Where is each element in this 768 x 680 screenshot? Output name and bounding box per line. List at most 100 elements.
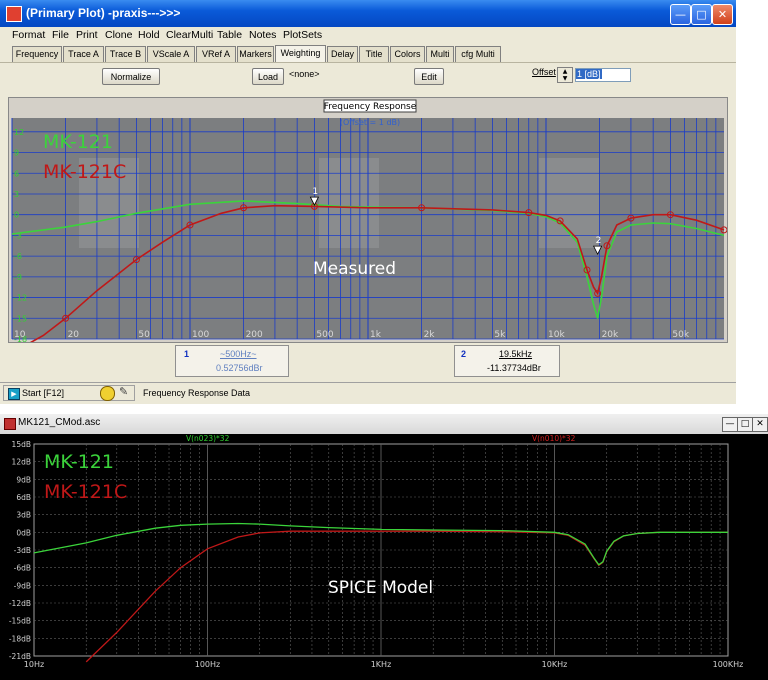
offset-spinner[interactable]: ▲ ▼	[557, 67, 573, 83]
x-tick-label: 2k	[424, 330, 436, 340]
pencil-icon[interactable]: ✎	[119, 385, 128, 398]
x-tick-label: 20k	[602, 330, 619, 340]
start-label: Start [F12]	[22, 388, 65, 398]
menu-format[interactable]: Format	[12, 29, 45, 41]
maximize-icon[interactable]: □	[691, 4, 712, 25]
x-tick-label: 200	[246, 330, 263, 340]
spice-x-tick-label: 100KHz	[713, 660, 744, 669]
edit-button[interactable]: Edit	[414, 68, 444, 85]
tab-weighting[interactable]: Weighting	[275, 45, 326, 63]
cursor-2-frequency[interactable]: 19.5kHz	[499, 349, 532, 359]
spice-y-tick-label: -6dB	[14, 564, 31, 573]
y-tick-label: -9	[14, 273, 22, 282]
spice-app-icon	[4, 418, 16, 430]
tab-colors[interactable]: Colors	[390, 46, 425, 62]
spice-y-tick-label: 12dB	[12, 458, 31, 467]
cursor-1-frequency[interactable]: ~500Hz~	[220, 349, 257, 359]
spice-y-tick-label: -9dB	[14, 581, 31, 590]
cursor-2-value: -11.37734dBr	[487, 363, 541, 373]
spice-legend-entry-1: MK-121	[44, 451, 114, 473]
menu-clearmulti[interactable]: ClearMulti	[166, 29, 213, 41]
weighting-toolbar: Normalize Load <none> Edit Offset ▲ ▼ 1 […	[0, 62, 736, 95]
x-tick-label: 10	[14, 330, 26, 340]
window-title: (Primary Plot) -praxis--->>>	[26, 6, 181, 20]
y-tick-label: 3	[14, 190, 19, 199]
status-text: Frequency Response Data	[143, 388, 251, 398]
spice-y-tick-label: -12dB	[9, 599, 31, 608]
cursor-2-number: 2	[461, 349, 467, 359]
cursor-1-value: 0.52756dBr	[216, 363, 263, 373]
frequency-response-chart[interactable]: 129630-3-6-9-12-15-1810 20 50 100 200 500 1k 2k…	[8, 98, 728, 357]
spice-y-tick-label: 0dB	[16, 528, 31, 537]
tab-markers[interactable]: Markers	[237, 46, 274, 62]
y-tick-label: -12	[14, 294, 27, 303]
tab-trace-b[interactable]: Trace B	[105, 46, 146, 62]
marker-2-label: 2	[596, 236, 602, 246]
tab-vscale-a[interactable]: VScale A	[147, 46, 195, 62]
spice-legend-entry-2: MK-121C	[44, 481, 127, 503]
menu-print[interactable]: Print	[76, 29, 98, 41]
x-tick-label: 100	[192, 330, 209, 340]
spice-window-title: MK121_CMod.asc	[18, 417, 101, 428]
plot-title: Frequency Response	[324, 102, 417, 112]
y-tick-label: 12	[14, 128, 24, 137]
tab-cfg-multi[interactable]: cfg Multi	[455, 46, 501, 62]
spice-x-tick-label: 100Hz	[195, 660, 220, 669]
x-tick-label: 1k	[370, 330, 382, 340]
y-tick-label: -6	[14, 252, 22, 261]
start-icon: ▶	[8, 388, 20, 400]
offset-label: Offset	[532, 67, 556, 77]
spice-x-tick-label: 10KHz	[542, 660, 568, 669]
start-button[interactable]: ▶ Start [F12]	[3, 385, 135, 401]
refresh-icon[interactable]	[100, 386, 115, 401]
offset-field[interactable]: 1 [dB]	[575, 68, 631, 82]
primary-plot-window: (Primary Plot) -praxis--->>> — □ ✕ Forma…	[0, 0, 736, 404]
overlay-text: Measured	[313, 259, 396, 279]
normalize-button[interactable]: Normalize	[102, 68, 160, 85]
cursor-2-readout: 2 19.5kHz -11.37734dBr	[454, 345, 560, 377]
close-icon[interactable]: ✕	[712, 4, 733, 25]
x-tick-label: 50	[138, 330, 150, 340]
marker-1-label: 1	[312, 187, 318, 197]
spice-y-tick-label: -18dB	[9, 634, 31, 643]
tab-vref-a[interactable]: VRef A	[196, 46, 236, 62]
cursor-1-readout: 1 ~500Hz~ 0.52756dBr	[175, 345, 289, 377]
menu-notes[interactable]: Notes	[249, 29, 276, 41]
tab-title[interactable]: Title	[359, 46, 389, 62]
spice-x-tick-label: 10Hz	[24, 660, 44, 669]
weighting-file-label: <none>	[289, 69, 320, 79]
menu-hold[interactable]: Hold	[138, 29, 160, 41]
y-tick-label: -15	[14, 314, 27, 323]
tab-strip: Frequency Trace A Trace B VScale A VRef …	[0, 45, 736, 63]
spice-trace1-label: V(n023)*32	[186, 434, 230, 443]
spice-y-tick-label: 9dB	[16, 475, 31, 484]
menu-file[interactable]: File	[52, 29, 69, 41]
cursor-1-number: 1	[184, 349, 190, 359]
watermark-block	[319, 158, 379, 248]
legend-entry-1: MK-121	[43, 131, 113, 153]
tab-frequency[interactable]: Frequency	[12, 46, 62, 62]
menu-plotsets[interactable]: PlotSets	[283, 29, 322, 41]
app-icon	[6, 6, 22, 22]
menu-table[interactable]: Table	[217, 29, 242, 41]
spice-minimize-icon[interactable]: —	[722, 417, 738, 432]
y-tick-label: 0	[14, 211, 19, 220]
x-tick-label: 50k	[672, 330, 689, 340]
tab-trace-a[interactable]: Trace A	[63, 46, 104, 62]
tab-delay[interactable]: Delay	[327, 46, 358, 62]
spice-y-tick-label: -3dB	[14, 546, 31, 555]
y-tick-label: 6	[14, 169, 19, 178]
window-title-bar[interactable]: (Primary Plot) -praxis--->>> — □ ✕	[0, 0, 736, 27]
spice-background	[0, 434, 768, 680]
spice-chart[interactable]: 15dB 12dB 9dB 6dB 3dB 0dB -3dB -6dB -9dB -12dB -15…	[0, 434, 768, 680]
x-tick-label: 500	[316, 330, 333, 340]
y-tick-label: 9	[14, 149, 19, 158]
menu-clone[interactable]: Clone	[105, 29, 132, 41]
spice-close-icon[interactable]: ✕	[752, 417, 768, 432]
spice-title-bar[interactable]: MK121_CMod.asc — □ ✕	[0, 414, 768, 435]
tab-multi[interactable]: Multi	[426, 46, 454, 62]
minimize-icon[interactable]: —	[670, 4, 691, 25]
spice-restore-icon[interactable]: □	[737, 417, 753, 432]
x-tick-label: 5k	[494, 330, 506, 340]
load-button[interactable]: Load	[252, 68, 284, 85]
